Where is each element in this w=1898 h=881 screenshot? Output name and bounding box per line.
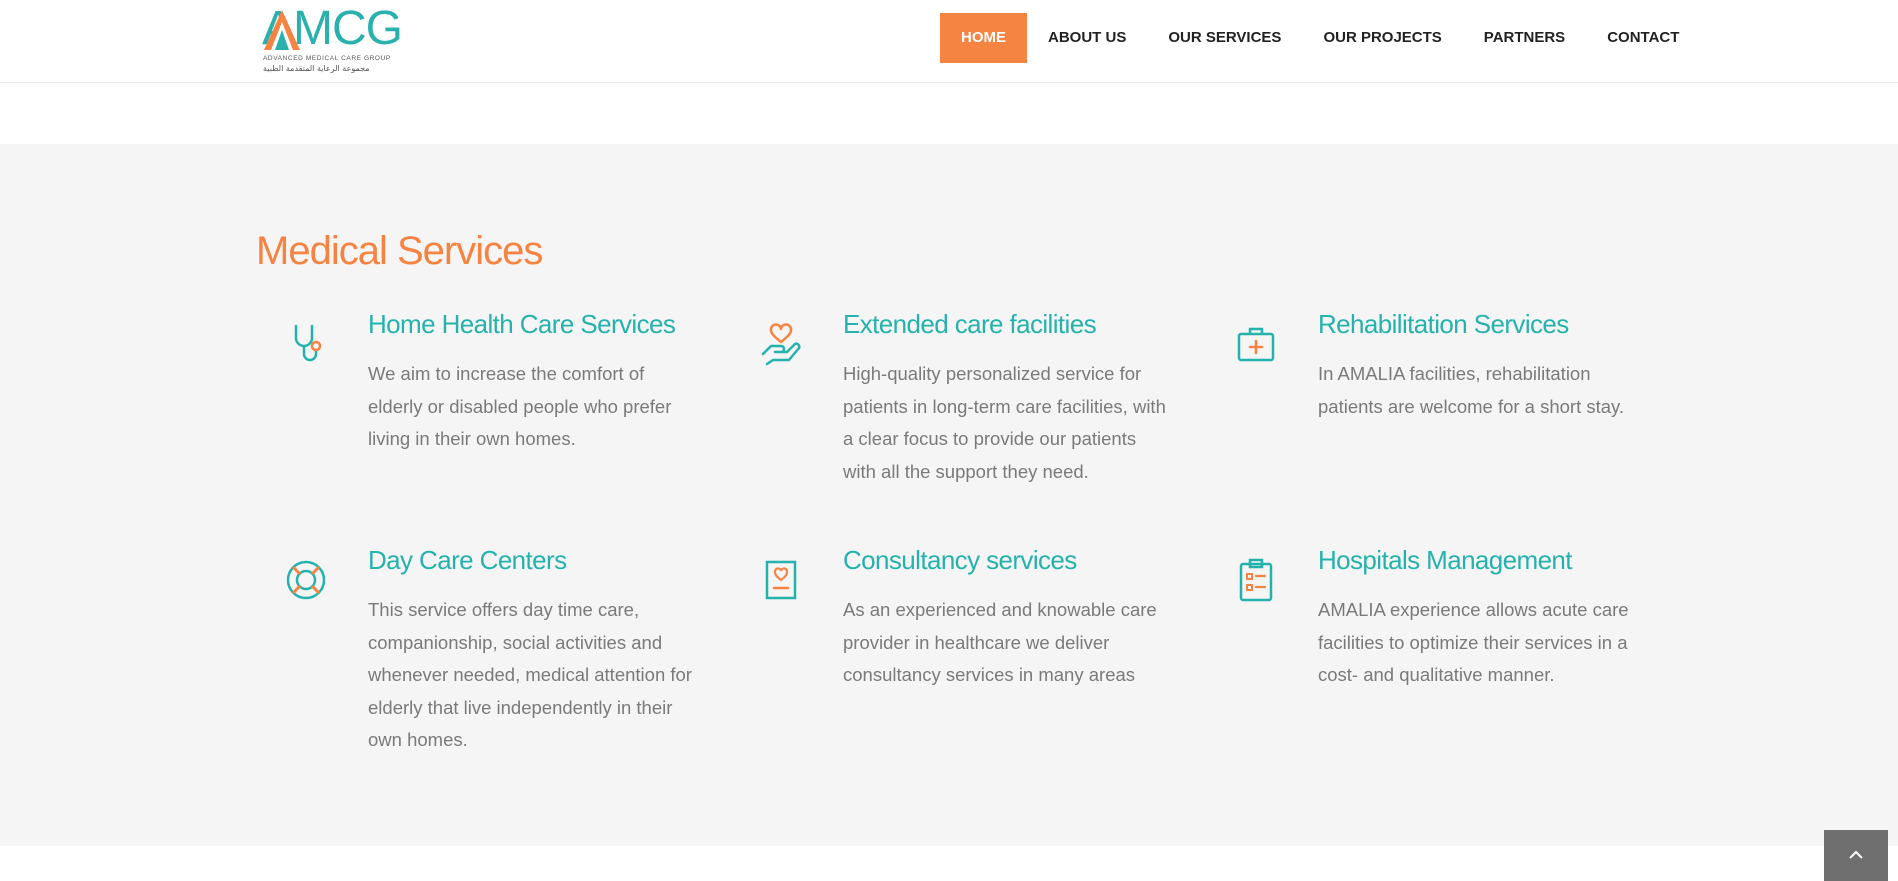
- nav-contact[interactable]: CONTACT: [1586, 13, 1700, 63]
- amcg-logo[interactable]: AMCG ADVANCED MEDICAL CARE GROUP مجموعة …: [262, 5, 432, 74]
- service-title: Rehabilitation Services: [1318, 309, 1569, 339]
- logo-subtitle: ADVANCED MEDICAL CARE GROUP: [263, 55, 391, 62]
- heart-in-hand-icon: [761, 323, 801, 366]
- service-text: This service offers day time care, compa…: [368, 599, 692, 750]
- logo-arabic-text: مجموعة الرعاية المتقدمة الطبية: [263, 64, 370, 73]
- heart-document-icon: [765, 560, 797, 600]
- service-title: Extended care facilities: [843, 309, 1097, 339]
- service-text: We aim to increase the comfort of elderl…: [368, 363, 672, 449]
- clipboard-icon: [1239, 558, 1273, 602]
- nav-about-us[interactable]: ABOUT US: [1027, 13, 1147, 63]
- nav-home[interactable]: HOME: [940, 13, 1027, 63]
- service-title: Day Care Centers: [368, 545, 567, 575]
- service-text: In AMALIA facilities, rehabilitation pat…: [1318, 363, 1625, 417]
- service-title: Hospitals Management: [1318, 545, 1573, 575]
- service-title: Home Health Care Services: [368, 309, 676, 339]
- main-nav: HOME ABOUT US OUR SERVICES OUR PROJECTS …: [940, 13, 1700, 63]
- lifebuoy-icon: [286, 560, 326, 600]
- stethoscope-icon: [294, 324, 322, 362]
- nav-partners[interactable]: PARTNERS: [1463, 13, 1586, 63]
- first-aid-kit-icon: [1237, 327, 1275, 362]
- service-text: High-quality personalized service for pa…: [843, 363, 1166, 482]
- logo-triangle-icon: [264, 10, 300, 50]
- service-text: AMALIA experience allows acute care faci…: [1318, 599, 1629, 685]
- nav-our-services[interactable]: OUR SERVICES: [1147, 13, 1302, 63]
- service-title: Consultancy services: [843, 545, 1077, 575]
- nav-our-projects[interactable]: OUR PROJECTS: [1302, 13, 1462, 63]
- chevron-up-icon: [1849, 850, 1863, 859]
- back-to-top-button[interactable]: [1824, 830, 1888, 881]
- site-header: AMCG ADVANCED MEDICAL CARE GROUP مجموعة …: [0, 0, 1898, 83]
- section-title: Medical Services: [256, 229, 543, 273]
- medical-services-section: Medical Services Home Health Care Servic…: [0, 144, 1898, 846]
- service-text: As an experienced and knowable care prov…: [843, 599, 1157, 685]
